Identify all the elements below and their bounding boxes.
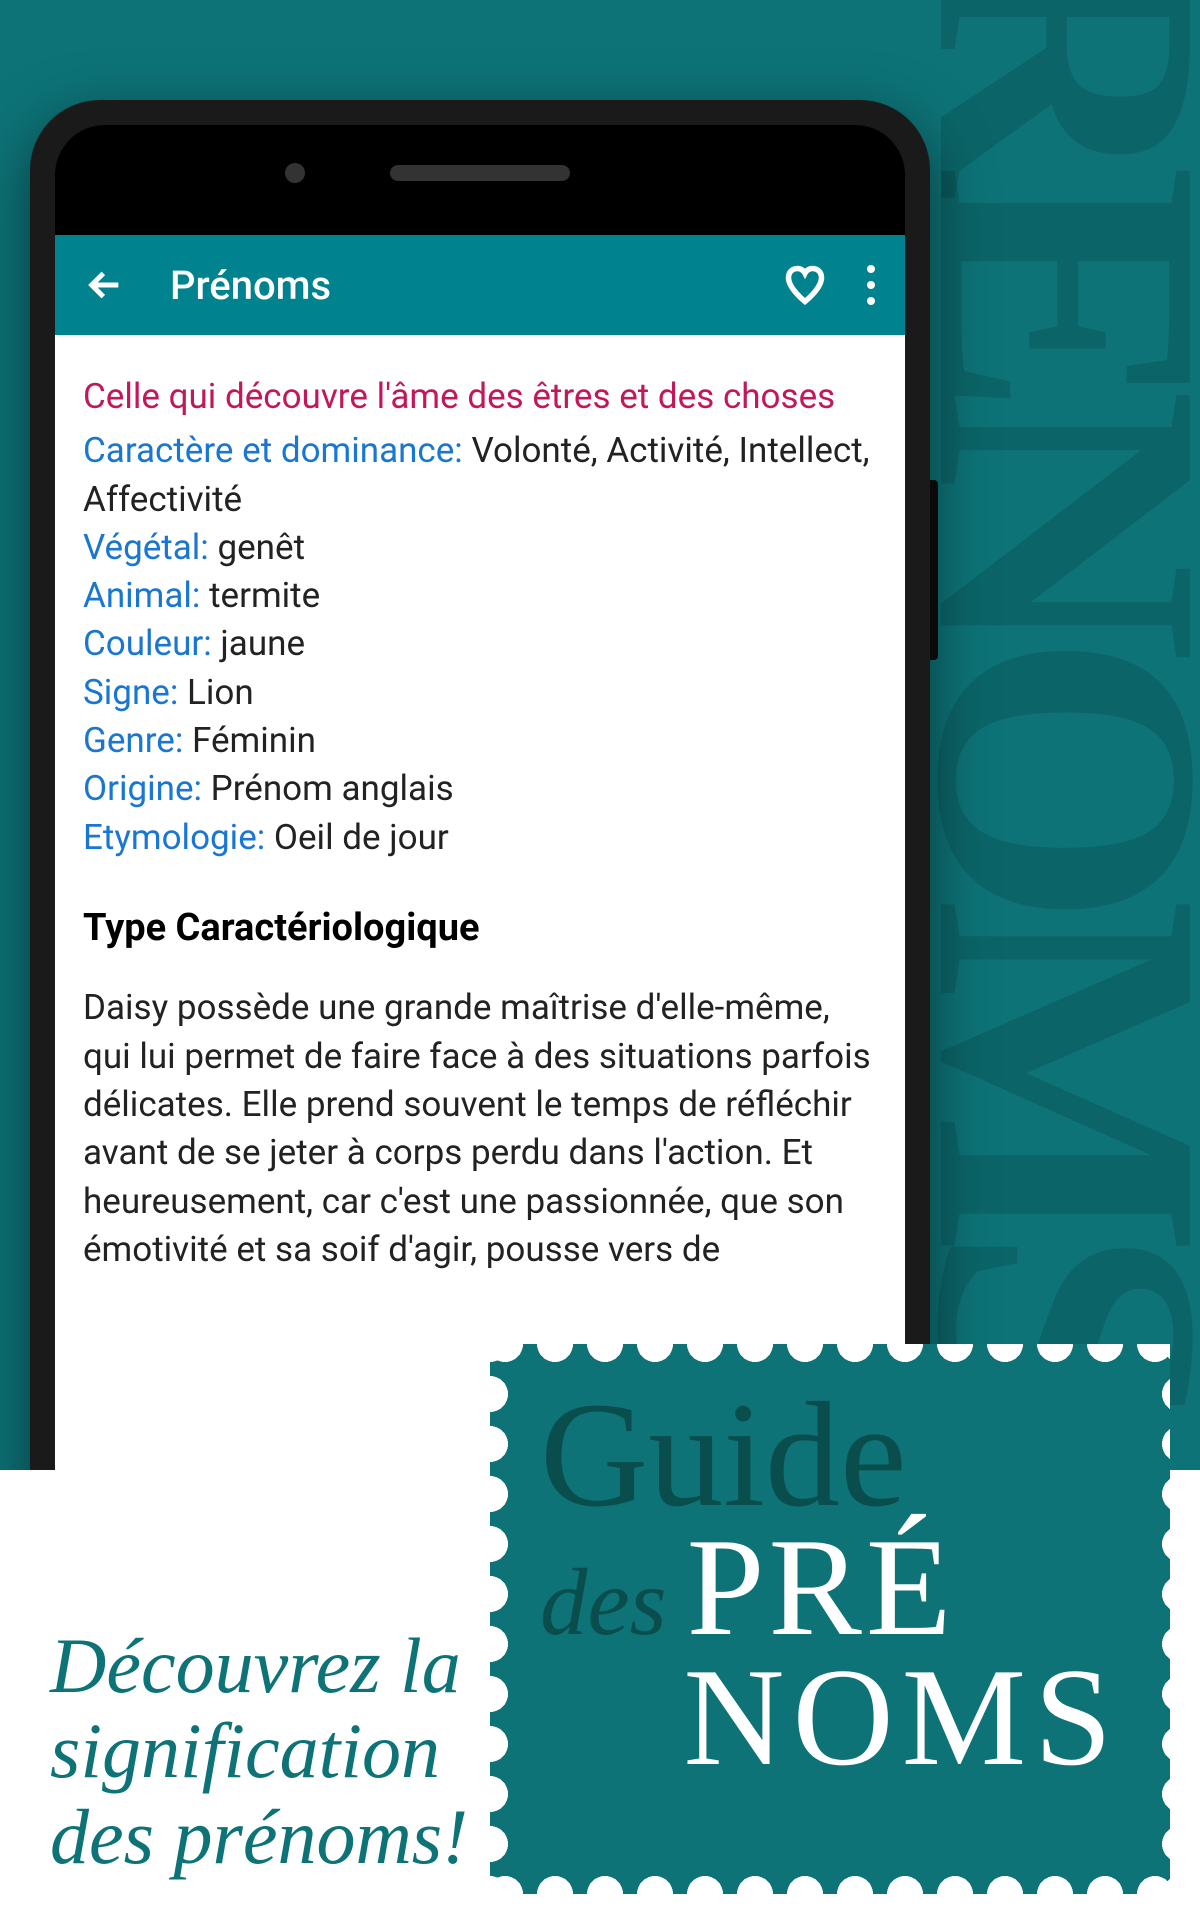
section-title: Type Caractériologique	[83, 902, 877, 954]
attribute-row: Etymologie: Oeil de jour	[83, 814, 877, 862]
attribute-row: Signe: Lion	[83, 669, 877, 717]
stamp-text-des: des	[540, 1547, 667, 1657]
content-area: Celle qui découvre l'âme des êtres et de…	[55, 335, 905, 1312]
attribute-row: Origine: Prénom anglais	[83, 765, 877, 813]
attribute-value: Lion	[178, 672, 253, 713]
attribute-label: Animal:	[83, 575, 200, 616]
guide-stamp-logo: Guide des PRÉ NOMS	[490, 1344, 1170, 1894]
attribute-value: Oeil de jour	[265, 817, 449, 858]
attribute-label: Couleur:	[83, 623, 212, 664]
back-arrow-icon[interactable]	[85, 265, 125, 305]
attribute-value: Prénom anglais	[202, 768, 454, 809]
attribute-value: termite	[200, 575, 320, 616]
attribute-value: jaune	[212, 623, 305, 664]
attribute-label: Signe:	[83, 672, 178, 713]
attribute-label: Végétal:	[83, 527, 209, 568]
attribute-row: Végétal: genêt	[83, 524, 877, 572]
phone-frame: Prénoms Celle qui découvre l'âme des êtr…	[30, 100, 930, 1550]
phone-side-button	[930, 480, 938, 660]
phone-speaker	[390, 165, 570, 181]
favorite-heart-icon[interactable]	[783, 263, 827, 307]
attribute-row: Caractère et dominance: Volonté, Activit…	[83, 427, 877, 524]
description-text: Daisy possède une grande maîtrise d'elle…	[83, 984, 877, 1274]
app-screen: Prénoms Celle qui découvre l'âme des êtr…	[55, 235, 905, 1525]
attribute-value: Féminin	[183, 720, 316, 761]
attribute-row: Genre: Féminin	[83, 717, 877, 765]
attribute-row: Animal: termite	[83, 572, 877, 620]
stamp-text-noms: NOMS	[540, 1658, 1120, 1777]
attribute-label: Origine:	[83, 768, 202, 809]
app-bar: Prénoms	[55, 235, 905, 335]
attribute-row: Couleur: jaune	[83, 620, 877, 668]
stamp-text-guide: Guide	[540, 1384, 1120, 1527]
attribute-value: genêt	[209, 527, 305, 568]
app-title: Prénoms	[170, 262, 783, 309]
phone-camera	[285, 163, 305, 183]
name-tagline: Celle qui découvre l'âme des êtres et de…	[83, 373, 877, 421]
promo-tagline: Découvrez la signification des prénoms!	[50, 1623, 468, 1880]
attribute-label: Etymologie:	[83, 817, 265, 858]
background-watermark: RENOMS	[907, 0, 1200, 1408]
attribute-label: Genre:	[83, 720, 183, 761]
attribute-label: Caractère et dominance:	[83, 430, 463, 471]
overflow-menu-icon[interactable]	[867, 265, 875, 305]
